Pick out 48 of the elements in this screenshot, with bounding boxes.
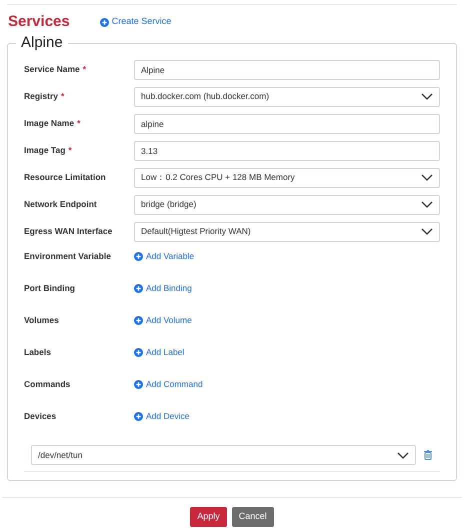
select-dropdown[interactable]: bridge (bridge) (134, 194, 440, 214)
field-label: Environment Variable (24, 250, 111, 263)
plus-circle-icon (134, 252, 143, 261)
field-label: Service Name (24, 63, 80, 76)
field-label: Labels (24, 346, 51, 359)
create-service-link[interactable]: Create Service (100, 15, 172, 29)
chevron-down-icon (421, 93, 433, 100)
device-select[interactable]: /dev/net/tun (31, 445, 416, 465)
field-label: Resource Limitation (24, 171, 106, 184)
add-link[interactable]: Add Binding (134, 282, 192, 295)
plus-circle-icon (100, 18, 109, 26)
page-title: Services (8, 12, 70, 32)
plus-circle-icon (134, 316, 143, 325)
plus-circle-icon (134, 348, 143, 357)
plus-circle-icon (134, 412, 143, 421)
field-label: Egress WAN Interface (24, 225, 112, 238)
add-link[interactable]: Add Label (134, 346, 184, 359)
field-label: Volumes (24, 314, 59, 327)
field-label: Commands (24, 378, 70, 391)
add-link[interactable]: Add Device (134, 410, 190, 423)
add-link[interactable]: Add Variable (134, 250, 194, 263)
select-dropdown[interactable]: Default(Higtest Priority WAN) (134, 222, 440, 242)
chevron-down-icon (421, 201, 433, 208)
trash-icon[interactable] (424, 450, 432, 460)
required-mark: * (61, 90, 64, 103)
text-input[interactable]: 3.13 (134, 140, 440, 160)
required-mark: * (68, 144, 72, 157)
add-link[interactable]: Add Command (134, 378, 203, 391)
field-label: Image Name (24, 117, 74, 130)
field-label: Devices (24, 410, 56, 423)
text-input[interactable]: Alpine (134, 60, 440, 80)
field-label: Port Binding (24, 282, 75, 295)
apply-button[interactable]: Apply (190, 507, 227, 527)
field-label: Image Tag (24, 144, 66, 157)
cancel-button[interactable]: Cancel (232, 507, 274, 527)
select-dropdown[interactable]: hub.docker.com (hub.docker.com) (134, 86, 440, 106)
chevron-down-icon (397, 452, 409, 458)
chevron-down-icon (421, 228, 433, 235)
field-label: Network Endpoint (24, 198, 97, 211)
add-link[interactable]: Add Volume (134, 314, 192, 327)
plus-circle-icon (134, 284, 143, 293)
plus-circle-icon (134, 380, 143, 389)
select-dropdown[interactable]: Low：0.2 Cores CPU + 128 MB Memory (134, 168, 440, 188)
text-input[interactable]: alpine (134, 114, 440, 134)
required-mark: * (77, 117, 80, 130)
required-mark: * (82, 63, 86, 76)
field-label: Registry (24, 90, 58, 103)
chevron-down-icon (421, 174, 433, 181)
